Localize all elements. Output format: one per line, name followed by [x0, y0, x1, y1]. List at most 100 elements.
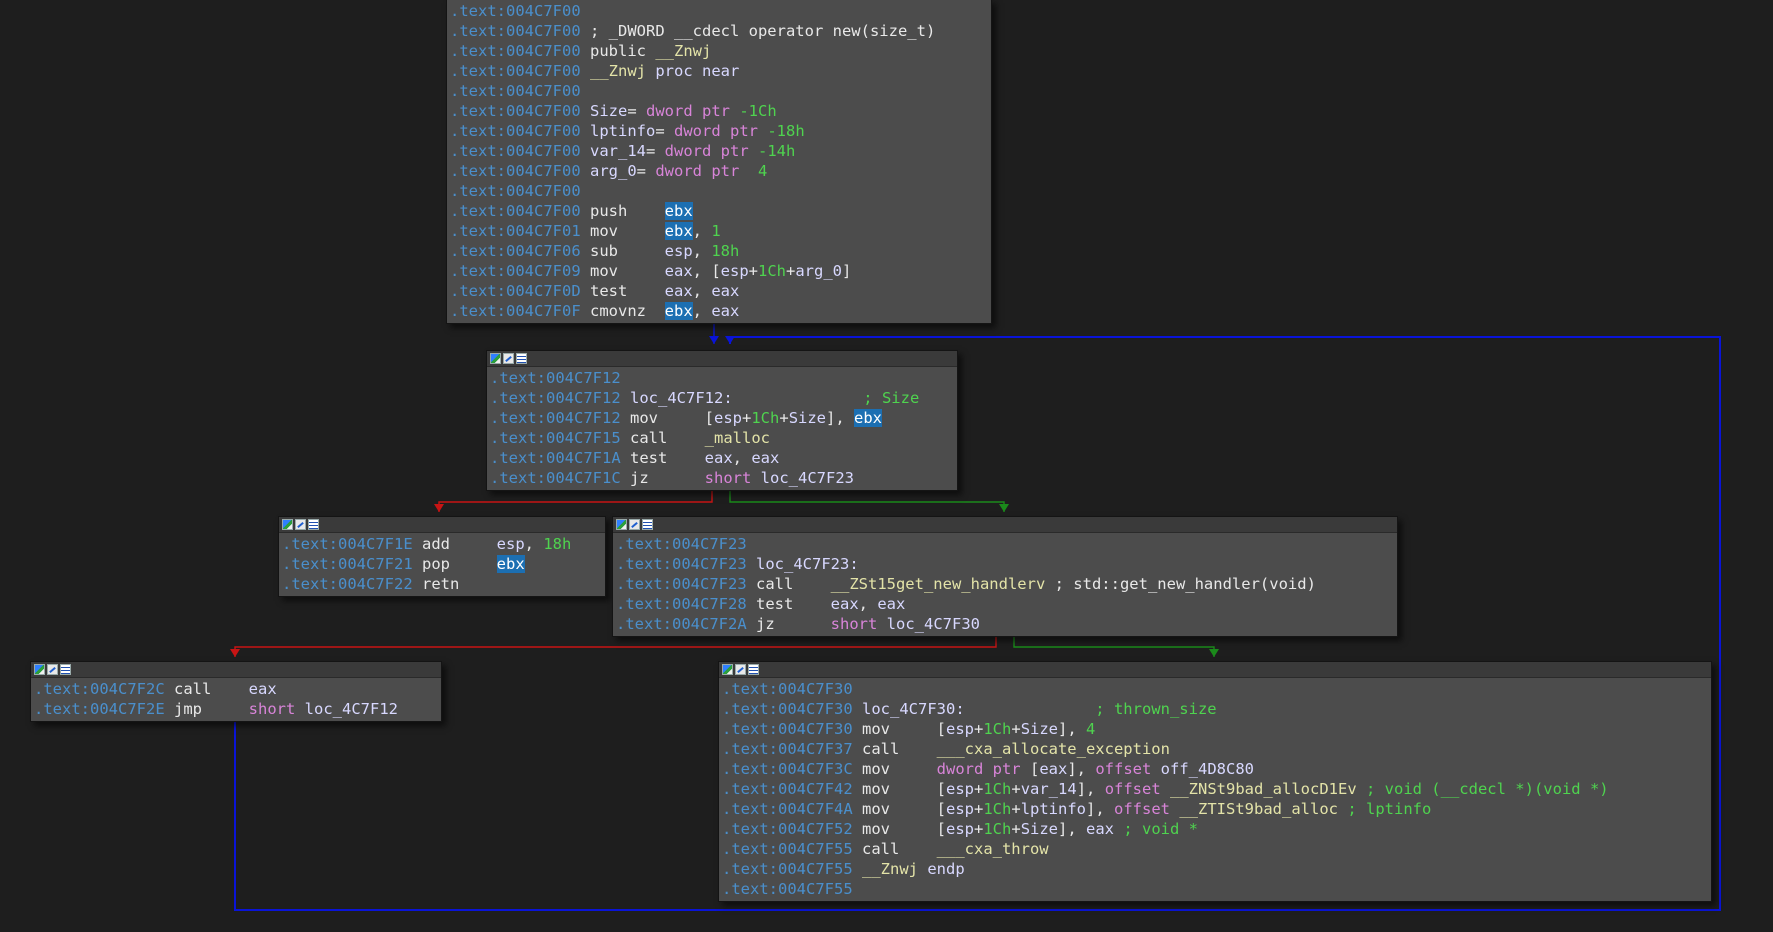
code-token[interactable]: mov — [630, 409, 705, 427]
code-line[interactable]: .text:004C7F00 public __Znwj — [450, 41, 991, 61]
code-token[interactable]: eax — [705, 449, 733, 467]
graph-overview-icon[interactable] — [34, 664, 45, 675]
code-line[interactable]: .text:004C7F55 — [722, 879, 1711, 899]
code-token[interactable]: , — [733, 449, 752, 467]
code-token[interactable]: = — [627, 102, 646, 120]
code-line[interactable]: .text:004C7F01 mov ebx, 1 — [450, 221, 991, 241]
text-view-icon[interactable] — [60, 664, 71, 675]
code-token[interactable]: loc_4C7F30: — [862, 700, 965, 718]
code-token[interactable]: eax — [665, 282, 693, 300]
code-line[interactable]: .text:004C7F00 push ebx — [450, 201, 991, 221]
code-token[interactable]: _malloc — [705, 429, 770, 447]
code-token[interactable]: , [ — [693, 262, 721, 280]
code-token[interactable]: call — [756, 575, 831, 593]
code-token[interactable]: offset — [1095, 760, 1151, 778]
code-token[interactable]: ; void (__cdecl *)(void *) — [1357, 780, 1609, 798]
code-token[interactable]: var_14 — [590, 142, 646, 160]
code-token[interactable]: 1Ch — [983, 720, 1011, 738]
code-token[interactable]: eax — [751, 449, 779, 467]
code-token[interactable]: -1Ch — [730, 102, 776, 120]
code-token[interactable]: dword ptr — [674, 122, 758, 140]
code-token[interactable]: pop — [422, 555, 497, 573]
code-token[interactable]: dword ptr — [665, 142, 749, 160]
code-token[interactable]: __Znwj — [862, 860, 918, 878]
code-token[interactable]: + — [974, 780, 983, 798]
code-token[interactable]: , — [859, 595, 878, 613]
code-token[interactable]: eax — [877, 595, 905, 613]
code-line[interactable]: .text:004C7F4A mov [esp+1Ch+lptinfo], of… — [722, 799, 1711, 819]
code-token[interactable]: ], — [826, 409, 854, 427]
code-token[interactable]: retn — [422, 575, 459, 593]
code-token[interactable]: esp — [497, 535, 525, 553]
code-token[interactable]: eax — [1039, 760, 1067, 778]
code-line[interactable]: .text:004C7F00 lptinfo= dword ptr -18h — [450, 121, 991, 141]
code-token[interactable]: loc_4C7F12 — [295, 700, 398, 718]
code-token[interactable]: ; thrown_size — [965, 700, 1216, 718]
code-line[interactable]: .text:004C7F1A test eax, eax — [490, 448, 957, 468]
code-token[interactable]: [ — [937, 720, 946, 738]
code-token[interactable]: add — [422, 535, 497, 553]
code-line[interactable]: .text:004C7F00 — [450, 1, 991, 21]
code-token[interactable]: 18h — [711, 242, 739, 260]
code-token[interactable]: + — [1011, 720, 1020, 738]
code-line[interactable]: .text:004C7F00 Size= dword ptr -1Ch — [450, 101, 991, 121]
code-line[interactable]: .text:004C7F1C jz short loc_4C7F23 — [490, 468, 957, 488]
code-line[interactable]: .text:004C7F55 call ___cxa_throw — [722, 839, 1711, 859]
code-token[interactable]: esp — [665, 242, 693, 260]
code-line[interactable]: .text:004C7F2C call eax — [34, 679, 441, 699]
code-token[interactable]: ], — [1067, 760, 1095, 778]
code-token[interactable]: short — [831, 615, 878, 633]
code-line[interactable]: .text:004C7F22 retn — [282, 574, 605, 594]
code-line[interactable]: .text:004C7F55 __Znwj endp — [722, 859, 1711, 879]
code-token[interactable]: mov — [862, 760, 937, 778]
code-token[interactable]: esp — [946, 720, 974, 738]
code-token[interactable]: + — [1011, 780, 1020, 798]
code-token[interactable]: dword ptr — [937, 760, 1021, 778]
code-token[interactable]: short — [705, 469, 752, 487]
code-token[interactable]: __Znwj — [655, 42, 711, 60]
code-token[interactable]: esp — [946, 800, 974, 818]
code-line[interactable]: .text:004C7F42 mov [esp+1Ch+var_14], off… — [722, 779, 1711, 799]
code-token[interactable]: 1Ch — [983, 820, 1011, 838]
code-line[interactable]: .text:004C7F3C mov dword ptr [eax], offs… — [722, 759, 1711, 779]
code-token[interactable]: , — [525, 535, 544, 553]
code-token[interactable]: mov — [862, 800, 937, 818]
code-token[interactable]: = — [637, 162, 656, 180]
code-token[interactable]: loc_4C7F23: — [756, 555, 859, 573]
code-line[interactable]: .text:004C7F2E jmp short loc_4C7F12 — [34, 699, 441, 719]
code-token[interactable]: = — [646, 142, 665, 160]
code-token[interactable]: Size — [789, 409, 826, 427]
code-line[interactable]: .text:004C7F00 __Znwj proc near — [450, 61, 991, 81]
highlighted-register[interactable]: ebx — [664, 302, 693, 320]
code-token[interactable]: test — [756, 595, 831, 613]
code-token[interactable]: ; void * — [1114, 820, 1198, 838]
highlighted-register[interactable]: ebx — [854, 409, 883, 427]
code-token[interactable]: Size — [1021, 720, 1058, 738]
code-token[interactable]: + — [974, 820, 983, 838]
code-token[interactable]: lptinfo — [1021, 800, 1086, 818]
code-token[interactable]: 1Ch — [983, 780, 1011, 798]
code-token[interactable]: eax — [711, 302, 739, 320]
code-token[interactable]: + — [1011, 820, 1020, 838]
graph-edit-icon[interactable] — [735, 664, 746, 675]
code-token[interactable]: Size — [1021, 820, 1058, 838]
code-token[interactable]: ], — [1058, 720, 1086, 738]
code-line[interactable]: .text:004C7F12 loc_4C7F12: ; Size — [490, 388, 957, 408]
basic-block-loc-4c7f23[interactable]: .text:004C7F23 .text:004C7F23 loc_4C7F23… — [612, 516, 1398, 637]
code-line[interactable]: .text:004C7F52 mov [esp+1Ch+Size], eax ;… — [722, 819, 1711, 839]
graph-edit-icon[interactable] — [295, 519, 306, 530]
code-token[interactable]: jmp — [174, 700, 249, 718]
code-token[interactable]: loc_4C7F30 — [877, 615, 980, 633]
code-line[interactable]: .text:004C7F00 — [450, 81, 991, 101]
text-view-icon[interactable] — [642, 519, 653, 530]
code-token[interactable]: arg_0 — [590, 162, 637, 180]
code-token[interactable]: loc_4C7F12: — [630, 389, 733, 407]
code-token[interactable]: + — [1011, 800, 1020, 818]
code-token[interactable]: [ — [937, 820, 946, 838]
code-token[interactable]: dword ptr — [655, 162, 739, 180]
code-line[interactable]: .text:004C7F00 arg_0= dword ptr 4 — [450, 161, 991, 181]
code-token[interactable]: + — [974, 720, 983, 738]
code-token[interactable]: , — [693, 242, 712, 260]
code-token[interactable]: test — [590, 282, 665, 300]
code-token[interactable]: [ — [937, 780, 946, 798]
